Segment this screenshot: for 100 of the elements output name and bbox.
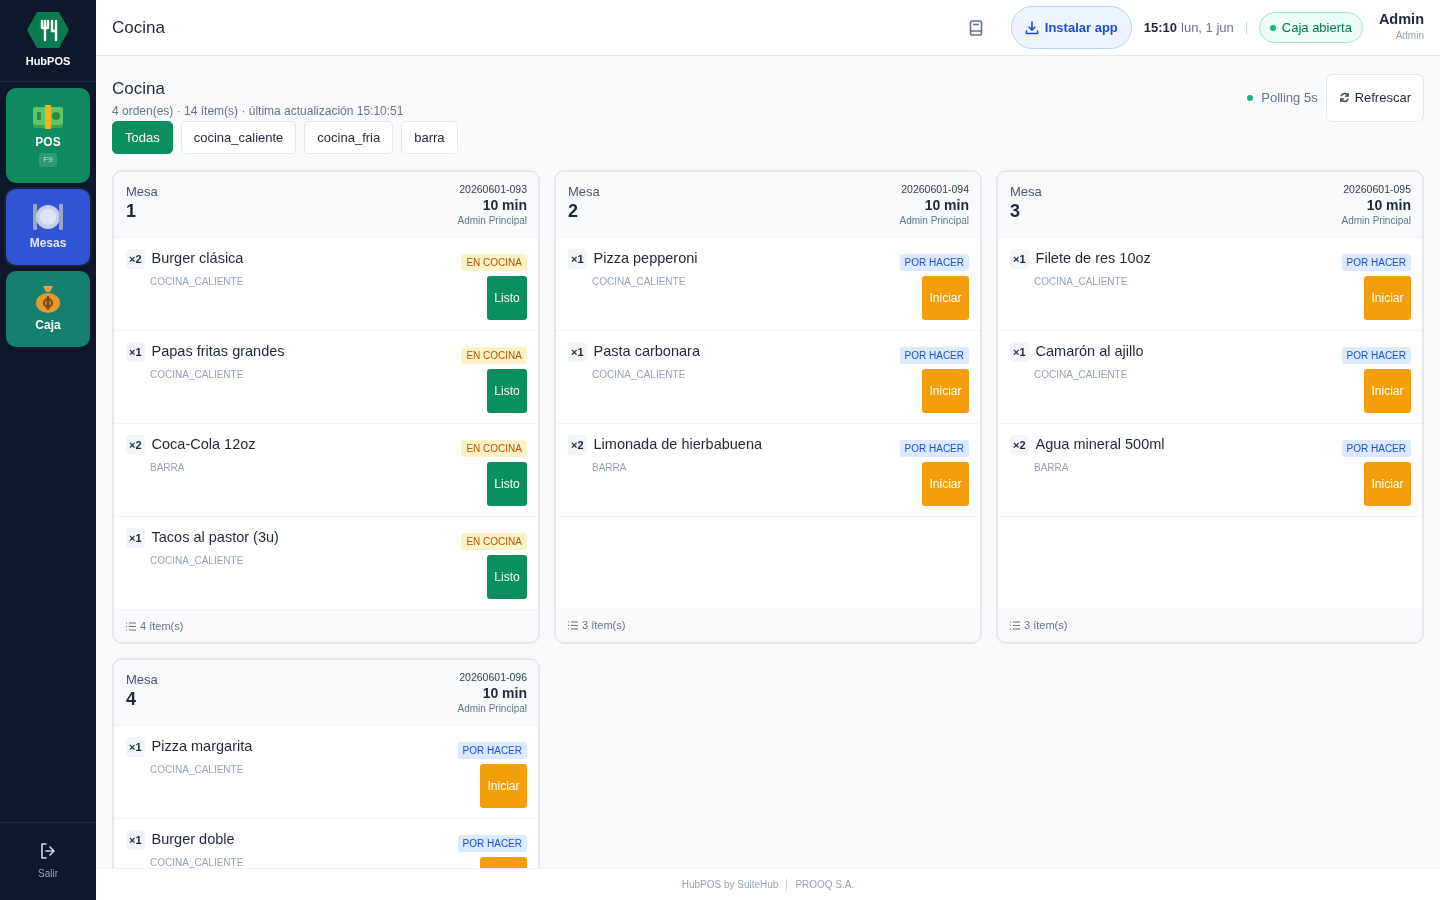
status-badge: POR HACER xyxy=(457,742,527,759)
nav-tile[interactable]: Mesas xyxy=(6,189,90,265)
item-name: Burger clásica xyxy=(151,249,244,268)
station-label: COCINA_CALIENTE xyxy=(150,274,244,289)
station-label: COCINA_CALIENTE xyxy=(150,762,245,777)
table-label: Mesa xyxy=(568,183,600,201)
download-icon xyxy=(1024,20,1039,35)
table-number: 4 xyxy=(126,689,137,708)
user-name: Admin xyxy=(1378,12,1424,28)
item-count: 4 ítem(s) xyxy=(140,618,184,634)
list-icon xyxy=(126,621,136,631)
elapsed-time: 10 min xyxy=(1365,197,1411,214)
elapsed-time: 10 min xyxy=(923,197,969,214)
elapsed-time: 10 min xyxy=(481,685,527,702)
item-count: 3 ítem(s) xyxy=(582,617,626,633)
table-number: 1 xyxy=(126,201,137,220)
summary-text: 4 orden(es) · 14 ítem(s) · última actualización 15:10:51 xyxy=(112,102,404,120)
item-name: Limonada de hierbabuena xyxy=(593,435,763,454)
quantity-badge: ×1 xyxy=(126,341,145,362)
item-name: Tacos al pastor (3u) xyxy=(151,528,279,547)
start-button[interactable]: Iniciar xyxy=(1364,369,1411,413)
done-button[interactable]: Listo xyxy=(487,462,527,506)
start-button[interactable]: Iniciar xyxy=(480,764,527,808)
station-label: BARRA xyxy=(150,460,186,475)
nav-tile[interactable]: POS F9 xyxy=(6,88,90,183)
plate-cutlery-icon xyxy=(32,202,64,232)
refresh-button[interactable]: Refrescar xyxy=(1325,74,1424,122)
polling-text: Polling 5s xyxy=(1261,89,1318,107)
waiter-name: Admin Principal xyxy=(899,214,969,229)
shortcut-key: F9 xyxy=(39,152,57,167)
quantity-badge: ×1 xyxy=(1010,341,1029,362)
brand-name: HubPOS xyxy=(25,54,71,70)
order-code: 20260601-095 xyxy=(1342,182,1411,197)
list-icon xyxy=(1010,620,1020,630)
order-code: 20260601-094 xyxy=(900,182,969,197)
status-badge: EN COCINA xyxy=(461,347,527,364)
start-button[interactable]: Iniciar xyxy=(922,276,969,320)
station-label: BARRA xyxy=(592,460,628,475)
status-badge: POR HACER xyxy=(899,347,969,364)
item-name: Camarón al ajillo xyxy=(1035,342,1144,361)
waiter-name: Admin Principal xyxy=(457,214,527,229)
station-label: COCINA_CALIENTE xyxy=(1034,367,1129,382)
install-app-button[interactable]: Instalar app xyxy=(1010,5,1132,50)
date-text: lun, 1 jun xyxy=(1181,18,1234,37)
status-badge: POR HACER xyxy=(1341,254,1411,271)
page-title: Cocina xyxy=(112,16,165,39)
quantity-badge: ×1 xyxy=(568,341,587,362)
item-name: Coca-Cola 12oz xyxy=(151,435,256,454)
footer-credit: HubPOS by SuiteHub xyxy=(681,878,779,892)
item-name: Agua mineral 500ml xyxy=(1035,435,1165,454)
polling-dot xyxy=(1247,94,1254,101)
item-name: Papas fritas grandes xyxy=(151,342,285,361)
table-label: Mesa xyxy=(1010,183,1042,201)
filter-chip[interactable]: cocina_fria xyxy=(304,120,394,154)
done-button[interactable]: Listo xyxy=(487,369,527,413)
list-icon xyxy=(568,620,578,630)
money-bag-icon xyxy=(34,284,62,314)
status-dot xyxy=(1269,24,1276,31)
quantity-badge: ×2 xyxy=(126,434,145,455)
order-code: 20260601-096 xyxy=(458,670,527,685)
refresh-icon xyxy=(1338,92,1350,104)
filter-chip[interactable]: cocina_caliente xyxy=(180,120,297,154)
start-button[interactable]: Iniciar xyxy=(1364,462,1411,506)
status-badge: POR HACER xyxy=(457,835,527,852)
station-label: COCINA_CALIENTE xyxy=(150,553,245,568)
order-code: 20260601-093 xyxy=(458,182,527,197)
station-label: COCINA_CALIENTE xyxy=(1034,274,1129,289)
quantity-badge: ×2 xyxy=(1010,434,1029,455)
cash-status-badge: Caja abierta xyxy=(1258,11,1363,44)
station-label: BARRA xyxy=(1034,460,1070,475)
table-label: Mesa xyxy=(126,671,158,689)
start-button[interactable]: Iniciar xyxy=(922,462,969,506)
book-icon[interactable] xyxy=(968,19,983,36)
status-badge: EN COCINA xyxy=(461,254,527,271)
station-label: COCINA_CALIENTE xyxy=(150,855,244,868)
item-name: Pizza margarita xyxy=(151,737,253,756)
quantity-badge: ×1 xyxy=(126,829,145,850)
filter-chip[interactable]: Todas xyxy=(112,120,173,154)
quantity-badge: ×1 xyxy=(126,736,145,757)
waiter-name: Admin Principal xyxy=(1341,214,1411,229)
footer-company: PROOQ S.A. xyxy=(795,878,855,892)
item-name: Pizza pepperoni xyxy=(593,249,698,268)
item-name: Burger doble xyxy=(151,830,235,849)
start-button[interactable]: Iniciar xyxy=(1364,276,1411,320)
start-button[interactable]: Iniciar xyxy=(922,369,969,413)
fork-knife-logo-icon xyxy=(27,11,69,50)
section-title: Cocina xyxy=(112,78,166,100)
done-button[interactable]: Listo xyxy=(487,276,527,320)
nav-tile[interactable]: Caja xyxy=(6,271,90,347)
quantity-badge: ×2 xyxy=(568,434,587,455)
done-button[interactable]: Listo xyxy=(487,555,527,599)
station-label: COCINA_CALIENTE xyxy=(150,367,245,382)
status-badge: POR HACER xyxy=(1341,347,1411,364)
item-name: Pasta carbonara xyxy=(593,342,700,361)
status-badge: EN COCINA xyxy=(461,533,527,550)
quantity-badge: ×1 xyxy=(1010,248,1029,269)
filter-chip[interactable]: barra xyxy=(401,120,458,154)
status-badge: POR HACER xyxy=(899,440,969,457)
table-number: 3 xyxy=(1010,201,1021,220)
quantity-badge: ×1 xyxy=(568,248,587,269)
